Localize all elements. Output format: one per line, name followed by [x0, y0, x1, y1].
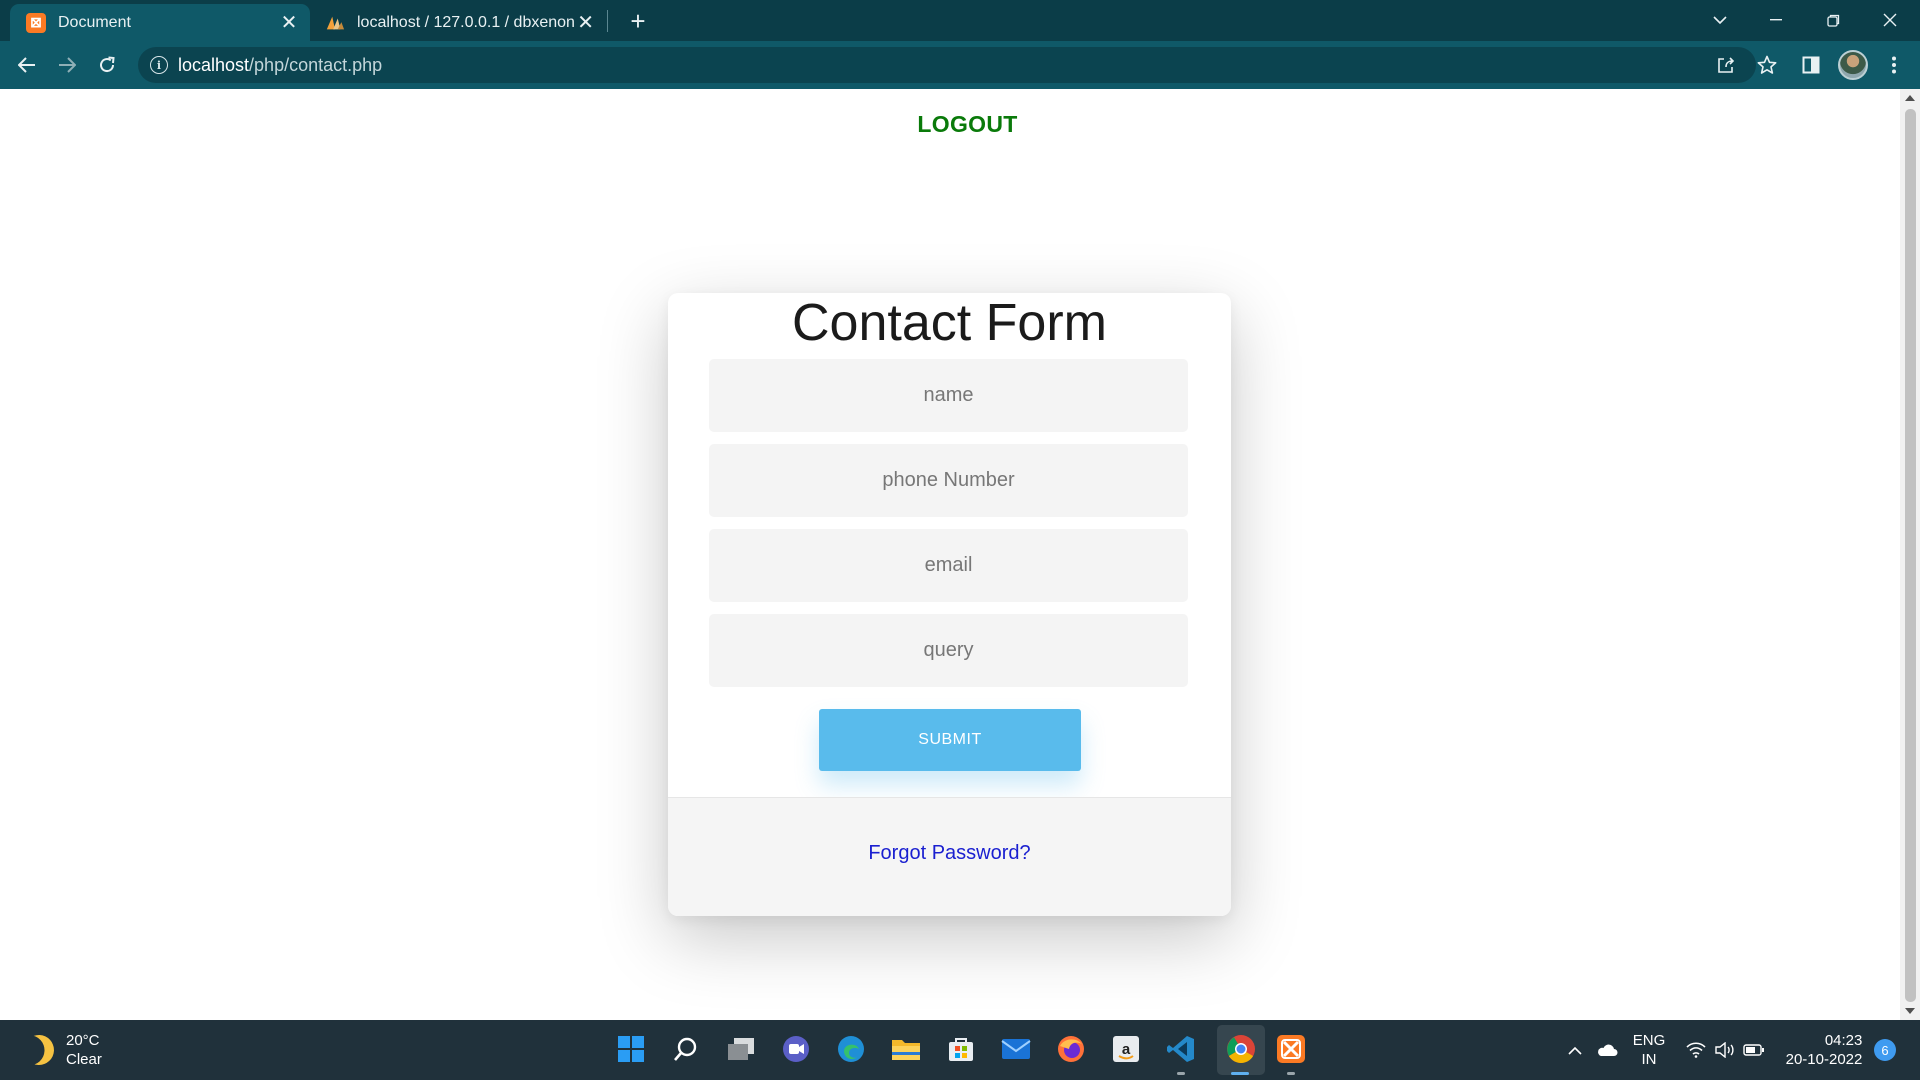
tab-phpmyadmin[interactable]: localhost / 127.0.0.1 / dbxenonpr ✕: [316, 4, 606, 41]
xampp-icon: ⊠: [26, 12, 46, 33]
system-clock[interactable]: 04:23 20-10-2022: [1780, 1020, 1868, 1080]
show-hidden-icons-icon[interactable]: [1562, 1020, 1588, 1080]
tab-title: localhost / 127.0.0.1 / dbxenonpr: [357, 13, 576, 31]
scroll-down-arrow-icon[interactable]: [1905, 1008, 1915, 1014]
minimize-button[interactable]: [1748, 0, 1804, 40]
contact-form-card: Contact Form SUBMIT Forgot Password?: [668, 293, 1231, 916]
language-indicator[interactable]: ENG IN: [1628, 1020, 1670, 1080]
chrome-icon[interactable]: [1224, 1032, 1258, 1066]
site-info-icon[interactable]: i: [150, 56, 168, 74]
submit-button[interactable]: SUBMIT: [819, 709, 1081, 771]
volume-icon[interactable]: [1712, 1020, 1738, 1080]
form-title: Contact Form: [792, 294, 1107, 352]
browser-tab-strip: ⊠ Document ✕ localhost / 127.0.0.1 / dbx…: [0, 0, 1920, 41]
file-explorer-icon[interactable]: [889, 1032, 923, 1066]
firefox-icon[interactable]: [1054, 1032, 1088, 1066]
reload-button[interactable]: [91, 49, 123, 81]
email-input[interactable]: [709, 529, 1188, 602]
back-button[interactable]: [11, 49, 43, 81]
start-windows-icon[interactable]: [614, 1032, 648, 1066]
teams-chat-icon[interactable]: [779, 1032, 813, 1066]
weather-condition: Clear: [66, 1051, 102, 1068]
microsoft-store-icon[interactable]: [944, 1032, 978, 1066]
battery-icon[interactable]: [1741, 1020, 1767, 1080]
moon-icon: [20, 1031, 58, 1069]
onedrive-icon[interactable]: [1592, 1020, 1622, 1080]
forgot-password-link[interactable]: Forgot Password?: [668, 842, 1231, 865]
tab-search-icon[interactable]: [1692, 0, 1748, 40]
scroll-up-arrow-icon[interactable]: [1905, 95, 1915, 101]
scrollbar-thumb[interactable]: [1905, 109, 1916, 1002]
side-panel-icon[interactable]: [1795, 49, 1827, 81]
running-indicator: [1177, 1072, 1185, 1075]
running-indicator: [1287, 1072, 1295, 1075]
restore-button[interactable]: [1805, 0, 1861, 40]
search-icon[interactable]: [669, 1032, 703, 1066]
phone-number-input[interactable]: [709, 444, 1188, 517]
close-tab-icon[interactable]: ✕: [278, 12, 300, 34]
address-bar[interactable]: i localhost/php/contact.php: [138, 47, 1777, 83]
bookmark-star-icon[interactable]: [1751, 49, 1783, 81]
phpmyadmin-icon: [325, 13, 345, 33]
svg-text:a: a: [1122, 1041, 1131, 1058]
browser-toolbar: i localhost/php/contact.php: [0, 41, 1920, 89]
tab-document[interactable]: ⊠ Document ✕: [10, 4, 310, 41]
notification-badge[interactable]: 6: [1874, 1039, 1896, 1061]
new-tab-button[interactable]: +: [624, 6, 652, 36]
forward-button[interactable]: [51, 49, 83, 81]
xampp-taskbar-icon[interactable]: [1274, 1032, 1308, 1066]
logout-link[interactable]: LOGOUT: [0, 111, 1920, 138]
name-input[interactable]: [709, 359, 1188, 432]
mail-icon[interactable]: [999, 1032, 1033, 1066]
profile-avatar[interactable]: [1838, 50, 1868, 80]
weather-widget[interactable]: 20°C Clear: [24, 1031, 102, 1069]
amazon-icon[interactable]: a: [1109, 1032, 1143, 1066]
tab-separator: [607, 10, 608, 32]
active-indicator: [1231, 1072, 1249, 1075]
close-tab-icon[interactable]: ✕: [575, 12, 596, 34]
address-url: localhost/php/contact.php: [178, 55, 383, 75]
page-scrollbar[interactable]: [1900, 89, 1920, 1020]
tab-title: Document: [58, 13, 131, 31]
windows-taskbar: 20°C Clear a ENG IN 04:23 20-10-2022 6: [0, 1020, 1920, 1080]
browser-menu-icon[interactable]: [1878, 49, 1910, 81]
clock-time: 04:23: [1824, 1032, 1863, 1049]
weather-temperature: 20°C: [66, 1032, 100, 1049]
task-view-icon[interactable]: [724, 1032, 758, 1066]
page-viewport: LOGOUT Contact Form SUBMIT Forgot Passwo…: [0, 89, 1900, 1020]
share-icon[interactable]: [1710, 49, 1742, 81]
close-window-button[interactable]: [1862, 0, 1918, 40]
card-footer: Forgot Password?: [668, 797, 1231, 916]
edge-browser-icon[interactable]: [834, 1032, 868, 1066]
query-input[interactable]: [709, 614, 1188, 687]
vscode-icon[interactable]: [1164, 1032, 1198, 1066]
clock-date: 20-10-2022: [1785, 1051, 1863, 1068]
wifi-icon[interactable]: [1683, 1020, 1709, 1080]
